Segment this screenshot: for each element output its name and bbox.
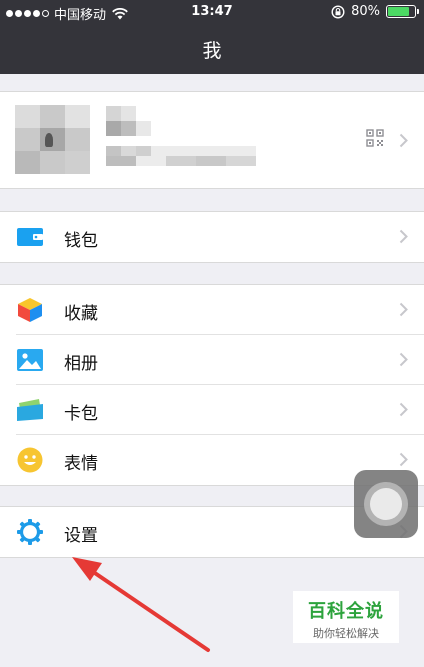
chevron-right-icon (399, 229, 408, 244)
rotation-lock-icon (331, 4, 345, 19)
watermark-title: 百科全说 (308, 601, 384, 622)
status-bar: 中国移动 13:47 80% (0, 0, 424, 24)
menu-item-wallet[interactable]: 钱包 (0, 212, 424, 262)
navigation-bar: 中国移动 13:47 80% 我 (0, 0, 424, 74)
menu-item-label: 收藏 (64, 304, 98, 324)
watermark-logo: 百科全说 助你轻松解决 (293, 591, 399, 643)
page-title: 我 (202, 40, 222, 62)
menu-item-label: 设置 (64, 526, 98, 546)
battery-percent: 80% (351, 4, 380, 19)
watermark-subtitle: 助你轻松解决 (313, 627, 379, 640)
profile-id-pixelated (106, 146, 256, 166)
battery-icon (386, 5, 419, 18)
menu-item-cards[interactable]: 卡包 (0, 385, 424, 435)
wallet-icon (16, 224, 44, 250)
menu-item-label: 表情 (64, 454, 98, 474)
profile-name-pixelated (106, 106, 166, 136)
chevron-right-icon (399, 133, 408, 148)
chevron-right-icon (399, 452, 408, 467)
menu-item-favorites[interactable]: 收藏 (0, 285, 424, 335)
profile-card[interactable] (0, 91, 424, 189)
avatar[interactable] (15, 105, 90, 174)
collections-group: 收藏 相册 卡包 表情 (0, 284, 424, 486)
menu-item-album[interactable]: 相册 (0, 335, 424, 385)
gear-icon (16, 519, 44, 545)
chevron-right-icon (399, 402, 408, 417)
chevron-right-icon (399, 352, 408, 367)
album-icon (16, 347, 44, 373)
smiley-icon (16, 447, 44, 473)
menu-item-label: 钱包 (64, 231, 98, 251)
assistive-touch-button[interactable] (354, 470, 418, 538)
menu-item-label: 卡包 (64, 404, 98, 424)
favorites-cube-icon (16, 297, 44, 323)
menu-item-label: 相册 (64, 354, 98, 374)
qr-code-icon[interactable] (366, 129, 384, 147)
chevron-right-icon (399, 302, 408, 317)
card-package-icon (16, 397, 44, 423)
wallet-group: 钱包 (0, 211, 424, 263)
